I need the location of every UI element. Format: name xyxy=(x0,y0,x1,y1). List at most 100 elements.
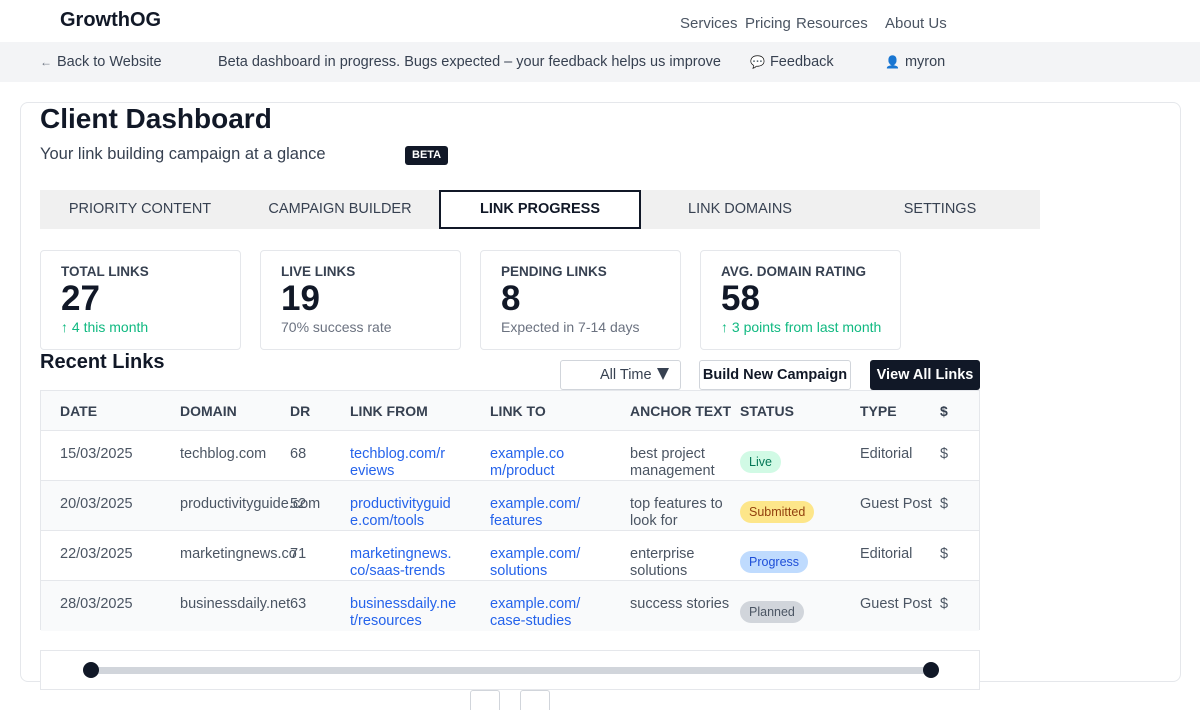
slider-handle-min[interactable] xyxy=(83,662,99,678)
cell-link-to[interactable]: example.com/case-studies xyxy=(490,596,586,630)
cell-price: $ xyxy=(940,446,949,462)
page-subtitle: Your link building campaign at a glance xyxy=(40,145,326,163)
tab-priority-content[interactable]: PRIORITY CONTENT xyxy=(40,190,240,229)
pagination-prev-button[interactable] xyxy=(470,690,500,710)
page-title: Client Dashboard xyxy=(40,103,272,134)
stat-label: PENDING LINKS xyxy=(501,264,607,279)
cell-link-from[interactable]: businessdaily.net/resources xyxy=(350,596,462,630)
time-filter-dropdown[interactable]: All Time xyxy=(560,360,681,390)
feedback-label: Feedback xyxy=(769,54,834,70)
cell-domain: techblog.com xyxy=(180,446,267,462)
user-menu[interactable]: 👤 myron xyxy=(885,54,945,70)
cell-date: 28/03/2025 xyxy=(60,596,133,612)
cell-link-from[interactable]: productivityguide.com/tools xyxy=(350,496,462,530)
caret-down-icon xyxy=(657,368,669,380)
cell-type: Guest Post xyxy=(860,496,932,512)
nav-about-link[interactable]: About Us xyxy=(885,15,947,32)
column-header-link-to[interactable]: LINK TO xyxy=(490,403,546,419)
recent-links-title: Recent Links xyxy=(40,351,165,373)
column-header-link-from[interactable]: LINK FROM xyxy=(350,403,428,419)
tab-campaign-builder[interactable]: CAMPAIGN BUILDER xyxy=(240,190,440,229)
cell-link-to[interactable]: example.com/features xyxy=(490,496,582,530)
build-new-campaign-button[interactable]: Build New Campaign xyxy=(699,360,851,390)
stat-card-total-links: TOTAL LINKS 27 ↑ 4 this month xyxy=(40,250,241,350)
status-badge: Live xyxy=(740,451,781,473)
table-row[interactable]: 15/03/2025 techblog.com 68 techblog.com/… xyxy=(41,431,979,481)
cell-dr: 68 xyxy=(290,446,307,462)
tab-settings[interactable]: SETTINGS xyxy=(840,190,1040,229)
column-header-domain[interactable]: DOMAIN xyxy=(180,403,237,419)
status-badge: Planned xyxy=(740,601,804,623)
view-all-links-button[interactable]: View All Links xyxy=(870,360,980,390)
table-row[interactable]: 20/03/2025 productivityguide.com 52 prod… xyxy=(41,481,979,531)
cell-price: $ xyxy=(940,496,949,512)
stat-card-pending-links: PENDING LINKS 8 Expected in 7-14 days xyxy=(480,250,681,350)
table-header: DATE DOMAIN DR LINK FROM LINK TO ANCHOR … xyxy=(41,391,979,431)
cell-date: 22/03/2025 xyxy=(60,546,133,562)
cell-price: $ xyxy=(940,596,949,612)
stat-note-text: 3 points from last month xyxy=(731,319,882,335)
arrow-left-icon: ← xyxy=(40,55,52,69)
status-badge: Submitted xyxy=(740,501,815,523)
nav-pricing-link[interactable]: Pricing xyxy=(745,15,791,32)
cell-anchor-text: top features to look for xyxy=(630,496,723,529)
back-link-label: Back to Website xyxy=(57,54,162,70)
cell-anchor-text: best project management xyxy=(630,446,715,479)
stat-label: LIVE LINKS xyxy=(281,264,356,279)
stat-card-avg-domain-rating: AVG. DOMAIN RATING 58 ↑ 3 points from la… xyxy=(700,250,901,350)
cell-type: Editorial xyxy=(860,446,913,462)
top-nav: GrowthOG Services Pricing Resources Abou… xyxy=(0,0,1200,42)
time-filter-value: All Time xyxy=(600,367,652,383)
column-header-dr[interactable]: DR xyxy=(290,403,310,419)
stat-note: ↑ 4 this month xyxy=(61,319,148,335)
speech-bubble-icon: 💬 xyxy=(750,55,765,69)
stat-value: 8 xyxy=(501,279,521,318)
stat-value: 27 xyxy=(61,279,100,318)
stat-note-text: Expected in 7-14 days xyxy=(501,319,640,335)
beta-badge: BETA xyxy=(405,146,449,165)
beta-banner: ← Back to Website Beta dashboard in progr… xyxy=(0,42,1200,82)
cell-domain: marketingnews.co xyxy=(180,546,297,562)
feedback-link[interactable]: 💬 Feedback xyxy=(750,54,834,70)
column-header-price[interactable]: $ xyxy=(940,403,948,419)
cell-anchor-text: enterprise solutions xyxy=(630,546,695,579)
stat-label: TOTAL LINKS xyxy=(61,264,149,279)
nav-services-link[interactable]: Services xyxy=(680,15,738,32)
stat-note-text: 4 this month xyxy=(71,319,149,335)
column-header-anchor-text[interactable]: ANCHOR TEXT xyxy=(630,403,731,419)
table-row[interactable]: 22/03/2025 marketingnews.co 71 marketing… xyxy=(41,531,979,581)
cell-domain: businessdaily.net xyxy=(180,596,291,612)
cell-type: Editorial xyxy=(860,546,913,562)
pagination-next-button[interactable] xyxy=(520,690,550,710)
cell-date: 15/03/2025 xyxy=(60,446,133,462)
user-icon: 👤 xyxy=(885,55,900,69)
stat-label: AVG. DOMAIN RATING xyxy=(721,264,866,279)
column-header-type[interactable]: TYPE xyxy=(860,403,897,419)
stat-note-text: 70% success rate xyxy=(281,319,392,335)
cell-link-from[interactable]: marketingnews.co/saas-trends xyxy=(350,546,458,580)
column-header-status[interactable]: STATUS xyxy=(740,403,794,419)
brand-logo[interactable]: GrowthOG xyxy=(60,9,161,32)
column-header-date[interactable]: DATE xyxy=(60,403,97,419)
cell-price: $ xyxy=(940,546,949,562)
stat-value: 19 xyxy=(281,279,320,318)
status-badge: Progress xyxy=(740,551,809,573)
table-row[interactable]: 28/03/2025 businessdaily.net 63 business… xyxy=(41,581,979,631)
range-slider xyxy=(40,650,980,690)
back-to-website-link[interactable]: ← Back to Website xyxy=(40,54,162,70)
recent-links-table: DATE DOMAIN DR LINK FROM LINK TO ANCHOR … xyxy=(40,390,980,631)
slider-handle-max[interactable] xyxy=(923,662,939,678)
cell-dr: 63 xyxy=(290,596,307,612)
tab-link-domains[interactable]: LINK DOMAINS xyxy=(640,190,840,229)
cell-date: 20/03/2025 xyxy=(60,496,133,512)
cell-anchor-text: success stories xyxy=(630,596,730,612)
cell-link-from[interactable]: techblog.com/reviews xyxy=(350,446,450,480)
arrow-up-icon: ↑ xyxy=(721,319,728,335)
slider-track[interactable] xyxy=(91,667,931,674)
username: myron xyxy=(904,54,946,70)
cell-link-to[interactable]: example.com/product xyxy=(490,446,572,480)
nav-resources-link[interactable]: Resources xyxy=(796,15,868,32)
arrow-up-icon: ↑ xyxy=(61,319,68,335)
tab-link-progress[interactable]: LINK PROGRESS xyxy=(439,190,641,229)
cell-link-to[interactable]: example.com/solutions xyxy=(490,546,582,580)
